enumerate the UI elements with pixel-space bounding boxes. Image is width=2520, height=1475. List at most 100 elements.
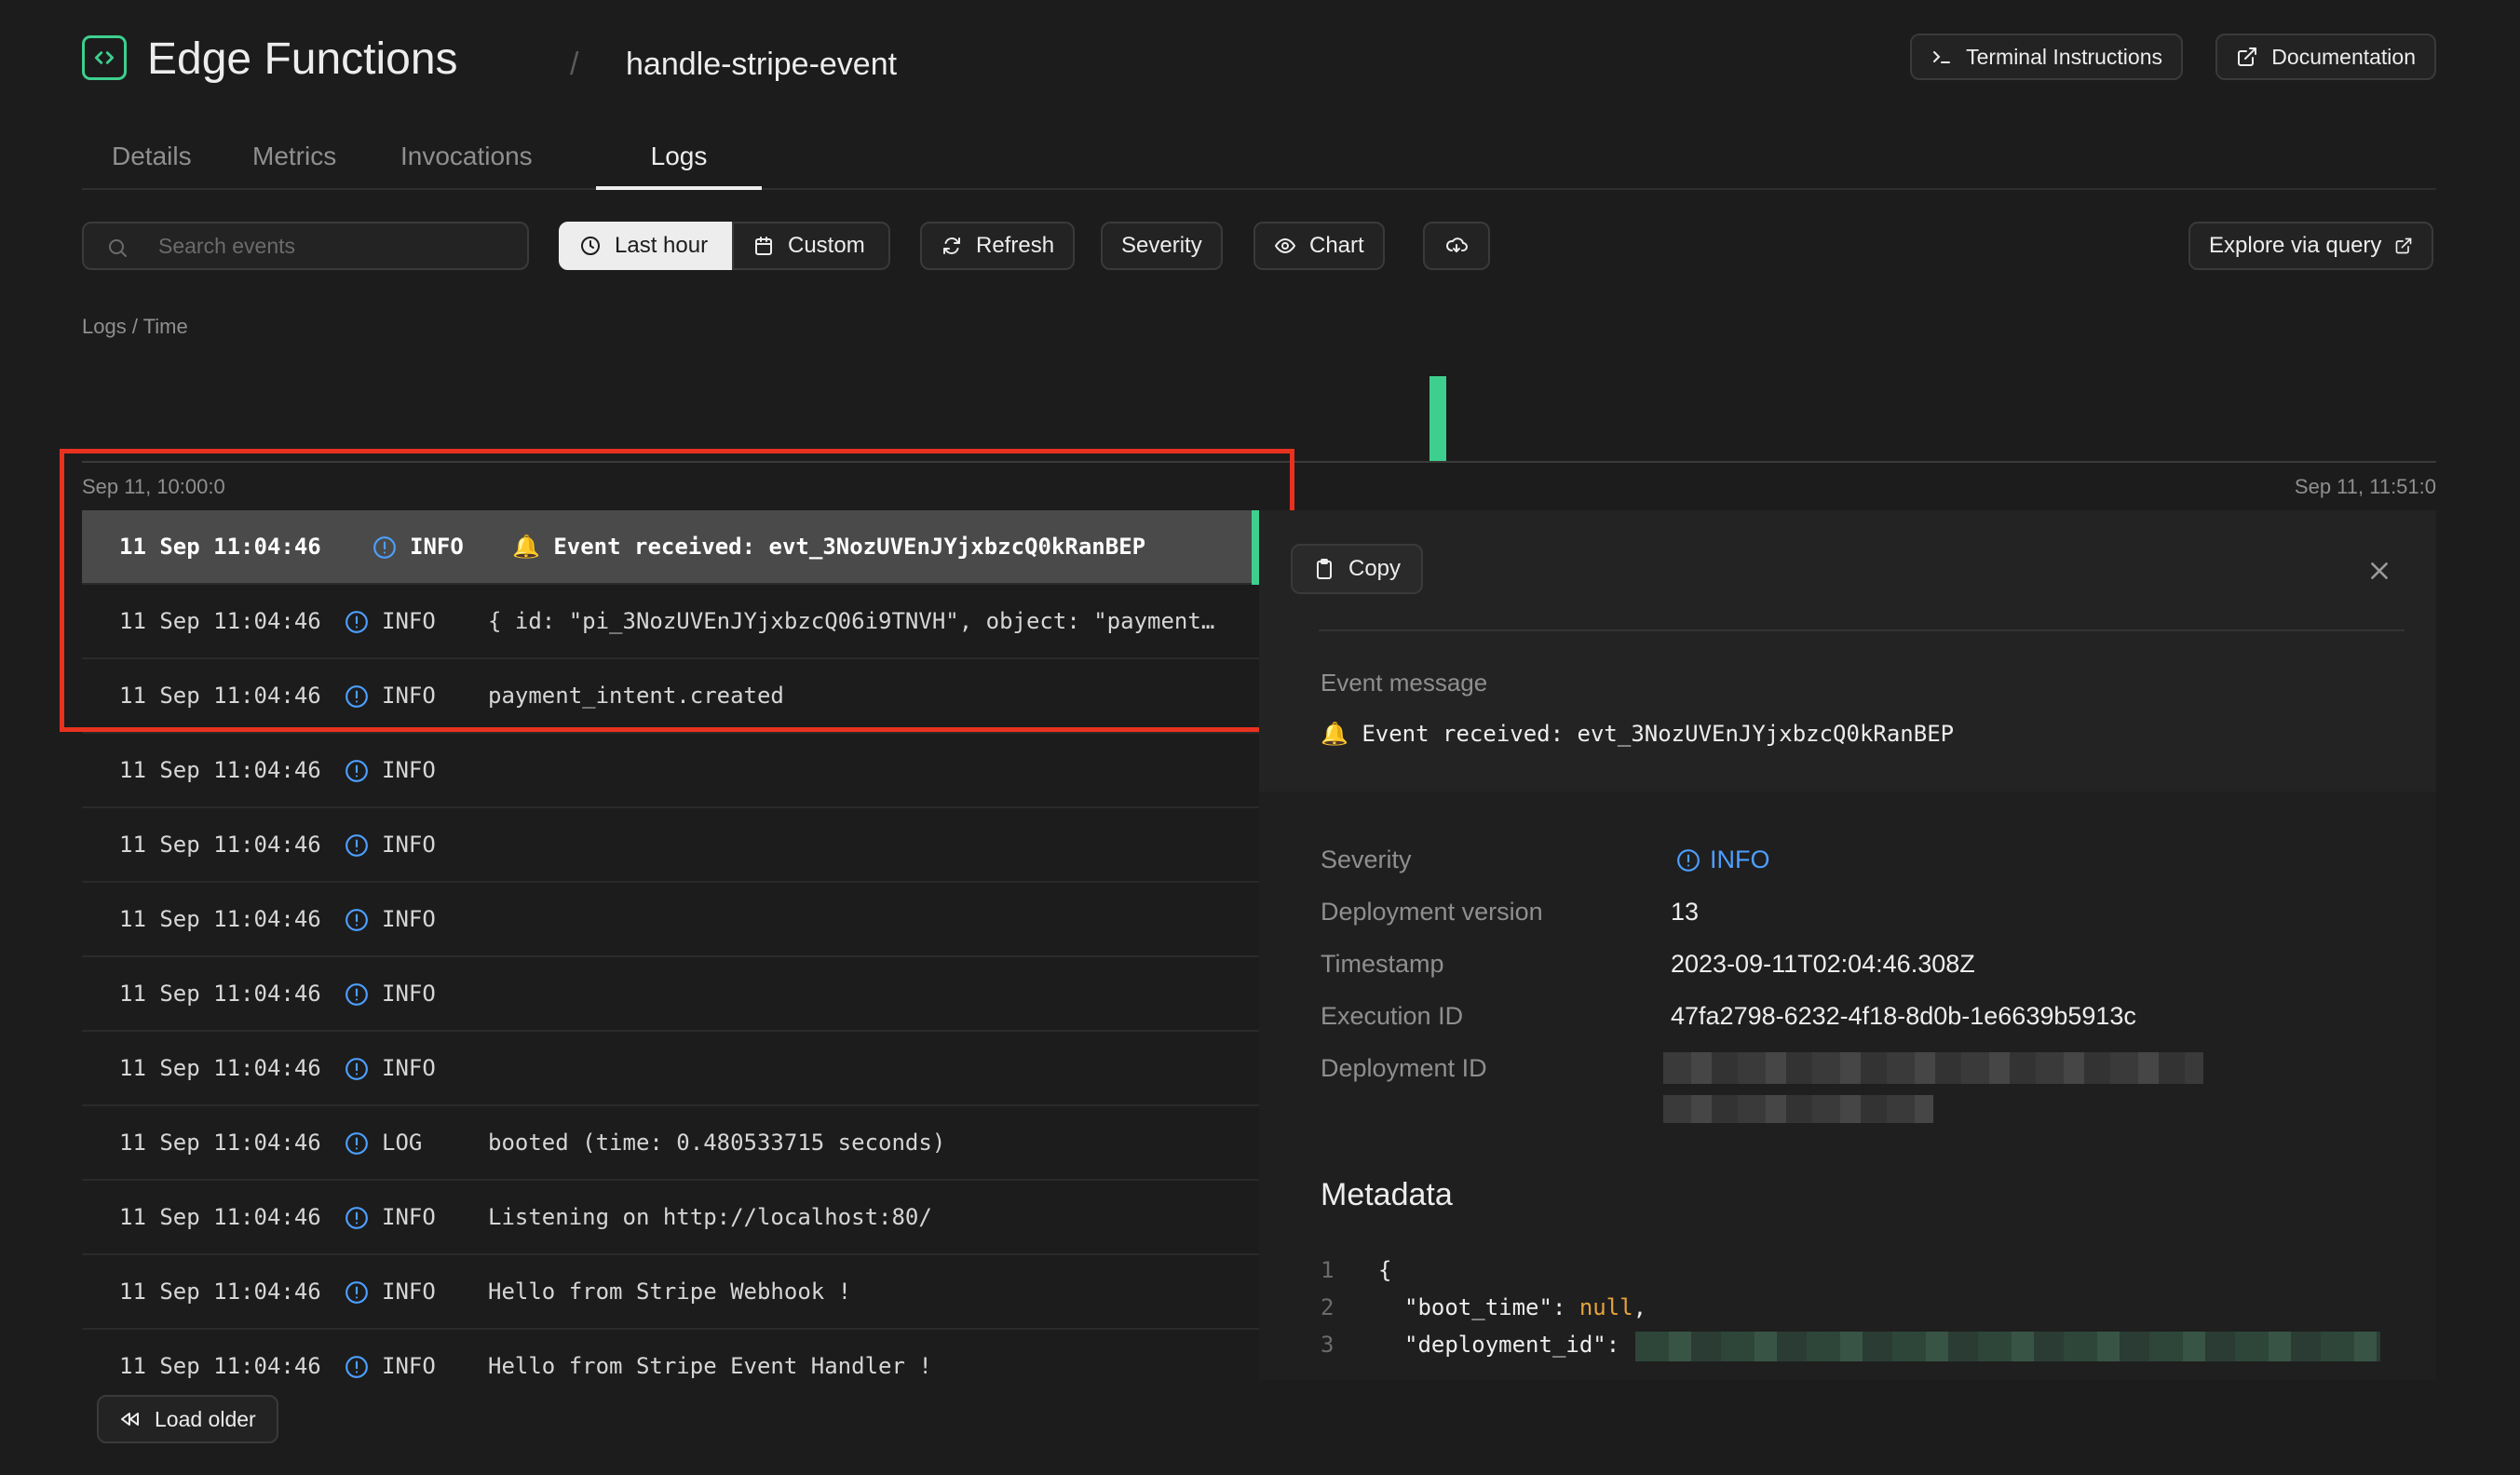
explore-via-query-button[interactable]: Explore via query	[2188, 222, 2434, 270]
severity-label: Severity	[1321, 846, 1412, 873]
severity-value: INFO	[1676, 846, 1770, 874]
chart-title: Logs / Time	[82, 315, 188, 338]
event-message-value: 🔔 Event received: evt_3NozUVEnJYjxbzcQ0k…	[1321, 721, 1955, 747]
eye-icon	[1274, 237, 1296, 254]
line-number: 3	[1321, 1332, 1335, 1358]
log-timestamp: 11 Sep 11:04:46	[119, 981, 321, 1007]
info-icon	[1677, 848, 1700, 872]
log-severity: INFO	[382, 1055, 436, 1081]
log-message: 🔔 Event received: evt_3NozUVEnJYjxbzcQ0k…	[512, 534, 1146, 560]
redacted-deployment-id	[1663, 1052, 2203, 1084]
clipboard-icon	[1317, 559, 1332, 579]
log-message: booted (time: 0.480533715 seconds)	[488, 1130, 946, 1156]
explore-label: Explore via query	[2209, 233, 2382, 258]
cloud-download-icon	[1446, 237, 1468, 252]
metadata-title: Metadata	[1321, 1177, 1453, 1212]
chart-end-time: Sep 11, 11:51:0	[2294, 475, 2436, 498]
tab-invocations[interactable]: Invocations	[400, 138, 533, 175]
timestamp-label: Timestamp	[1321, 950, 1444, 978]
properties-section	[1259, 792, 2436, 1380]
log-row[interactable]: 11 Sep 11:04:46 INFO Hello from Stripe E…	[82, 1330, 1259, 1380]
terminal-instructions-label: Terminal Instructions	[1966, 44, 2162, 69]
info-icon	[345, 1132, 368, 1155]
log-row[interactable]: 11 Sep 11:04:46 INFO Listening on http:/…	[82, 1181, 1259, 1255]
severity-filter-button[interactable]: Severity	[1101, 222, 1223, 270]
log-row[interactable]: 11 Sep 11:04:46 INFO	[82, 883, 1259, 957]
log-timestamp: 11 Sep 11:04:46	[119, 1130, 321, 1156]
log-row[interactable]: 11 Sep 11:04:46 INFO Hello from Stripe W…	[82, 1255, 1259, 1330]
tab-bar: Details Metrics Invocations Logs	[82, 127, 2436, 190]
chart-label: Chart	[1309, 233, 1364, 258]
line-number: 2	[1321, 1294, 1335, 1320]
info-icon	[373, 536, 396, 559]
redacted-code-value	[1635, 1332, 2380, 1361]
log-severity: INFO	[382, 608, 436, 634]
terminal-instructions-button[interactable]: Terminal Instructions	[1910, 34, 2183, 80]
log-timestamp: 11 Sep 11:04:46	[119, 683, 321, 709]
log-severity: INFO	[410, 534, 464, 560]
log-timestamp: 11 Sep 11:04:46	[119, 1353, 321, 1379]
log-severity: INFO	[382, 832, 436, 858]
log-timestamp: 11 Sep 11:04:46	[119, 534, 321, 560]
log-list: 11 Sep 11:04:46 INFO 🔔 Event received: e…	[82, 510, 1259, 1380]
log-timestamp: 11 Sep 11:04:46	[119, 906, 321, 932]
code-key: "deployment_id":	[1404, 1332, 1620, 1358]
logs-time-chart	[82, 376, 2436, 463]
log-timestamp: 11 Sep 11:04:46	[119, 1279, 321, 1305]
log-row[interactable]: 11 Sep 11:04:46 LOG booted (time: 0.4805…	[82, 1106, 1259, 1181]
tab-details[interactable]: Details	[112, 138, 192, 175]
last-hour-button[interactable]: Last hour	[559, 222, 732, 270]
log-row[interactable]: 11 Sep 11:04:46 INFO	[82, 1032, 1259, 1106]
log-row[interactable]: 11 Sep 11:04:46 INFO 🔔 Event received: e…	[82, 510, 1259, 585]
log-row[interactable]: 11 Sep 11:04:46 INFO	[82, 808, 1259, 883]
log-severity: INFO	[382, 1353, 436, 1379]
code-text: {	[1378, 1257, 1392, 1283]
code-line: 1{	[1321, 1257, 1391, 1283]
tab-logs[interactable]: Logs	[596, 138, 762, 175]
chart-toggle-button[interactable]: Chart	[1253, 222, 1385, 270]
external-link-icon	[2238, 47, 2257, 66]
log-timestamp: 11 Sep 11:04:46	[119, 832, 321, 858]
log-severity: LOG	[382, 1130, 423, 1156]
code-value: null	[1578, 1294, 1633, 1320]
load-older-button[interactable]: Load older	[97, 1395, 278, 1443]
last-hour-label: Last hour	[615, 233, 709, 258]
breadcrumb-separator: /	[570, 47, 579, 82]
log-severity: INFO	[382, 1204, 436, 1230]
custom-label: Custom	[788, 233, 865, 258]
log-timestamp: 11 Sep 11:04:46	[119, 608, 321, 634]
documentation-button[interactable]: Documentation	[2215, 34, 2436, 80]
log-row[interactable]: 11 Sep 11:04:46 INFO { id: "pi_3NozUVEnJ…	[82, 585, 1259, 659]
edge-functions-icon	[82, 35, 127, 80]
log-row[interactable]: 11 Sep 11:04:46 INFO	[82, 957, 1259, 1032]
info-icon	[345, 834, 368, 857]
log-severity: INFO	[382, 981, 436, 1007]
search-input[interactable]	[158, 223, 512, 268]
line-number: 1	[1321, 1257, 1335, 1283]
load-older-label: Load older	[155, 1406, 256, 1431]
log-row[interactable]: 11 Sep 11:04:46 INFO payment_intent.crea…	[82, 659, 1259, 734]
info-icon	[345, 1281, 368, 1304]
info-icon	[345, 685, 368, 708]
external-link-icon	[2396, 237, 2412, 254]
code-key: "boot_time":	[1404, 1294, 1579, 1320]
log-row[interactable]: 11 Sep 11:04:46 INFO	[82, 734, 1259, 808]
execution-id-label: Execution ID	[1321, 1002, 1464, 1030]
log-severity: INFO	[382, 1279, 436, 1305]
page-header: Edge Functions / handle-stripe-event Ter…	[82, 34, 2436, 89]
deployment-version-label: Deployment version	[1321, 898, 1543, 926]
download-button[interactable]	[1423, 222, 1490, 270]
tab-metrics[interactable]: Metrics	[252, 138, 336, 175]
severity-filter-label: Severity	[1121, 233, 1202, 258]
event-message-label: Event message	[1321, 669, 1488, 697]
info-icon	[345, 1207, 368, 1229]
close-icon[interactable]	[2367, 559, 2391, 583]
log-timestamp: 11 Sep 11:04:46	[119, 1204, 321, 1230]
custom-range-button[interactable]: Custom	[732, 222, 890, 270]
chart-bar	[1429, 376, 1446, 462]
clock-icon	[581, 237, 600, 255]
code-tail: ,	[1633, 1294, 1647, 1320]
refresh-button[interactable]: Refresh	[920, 222, 1076, 270]
copy-button[interactable]: Copy	[1291, 544, 1424, 594]
redacted-deployment-id	[1663, 1095, 1933, 1123]
